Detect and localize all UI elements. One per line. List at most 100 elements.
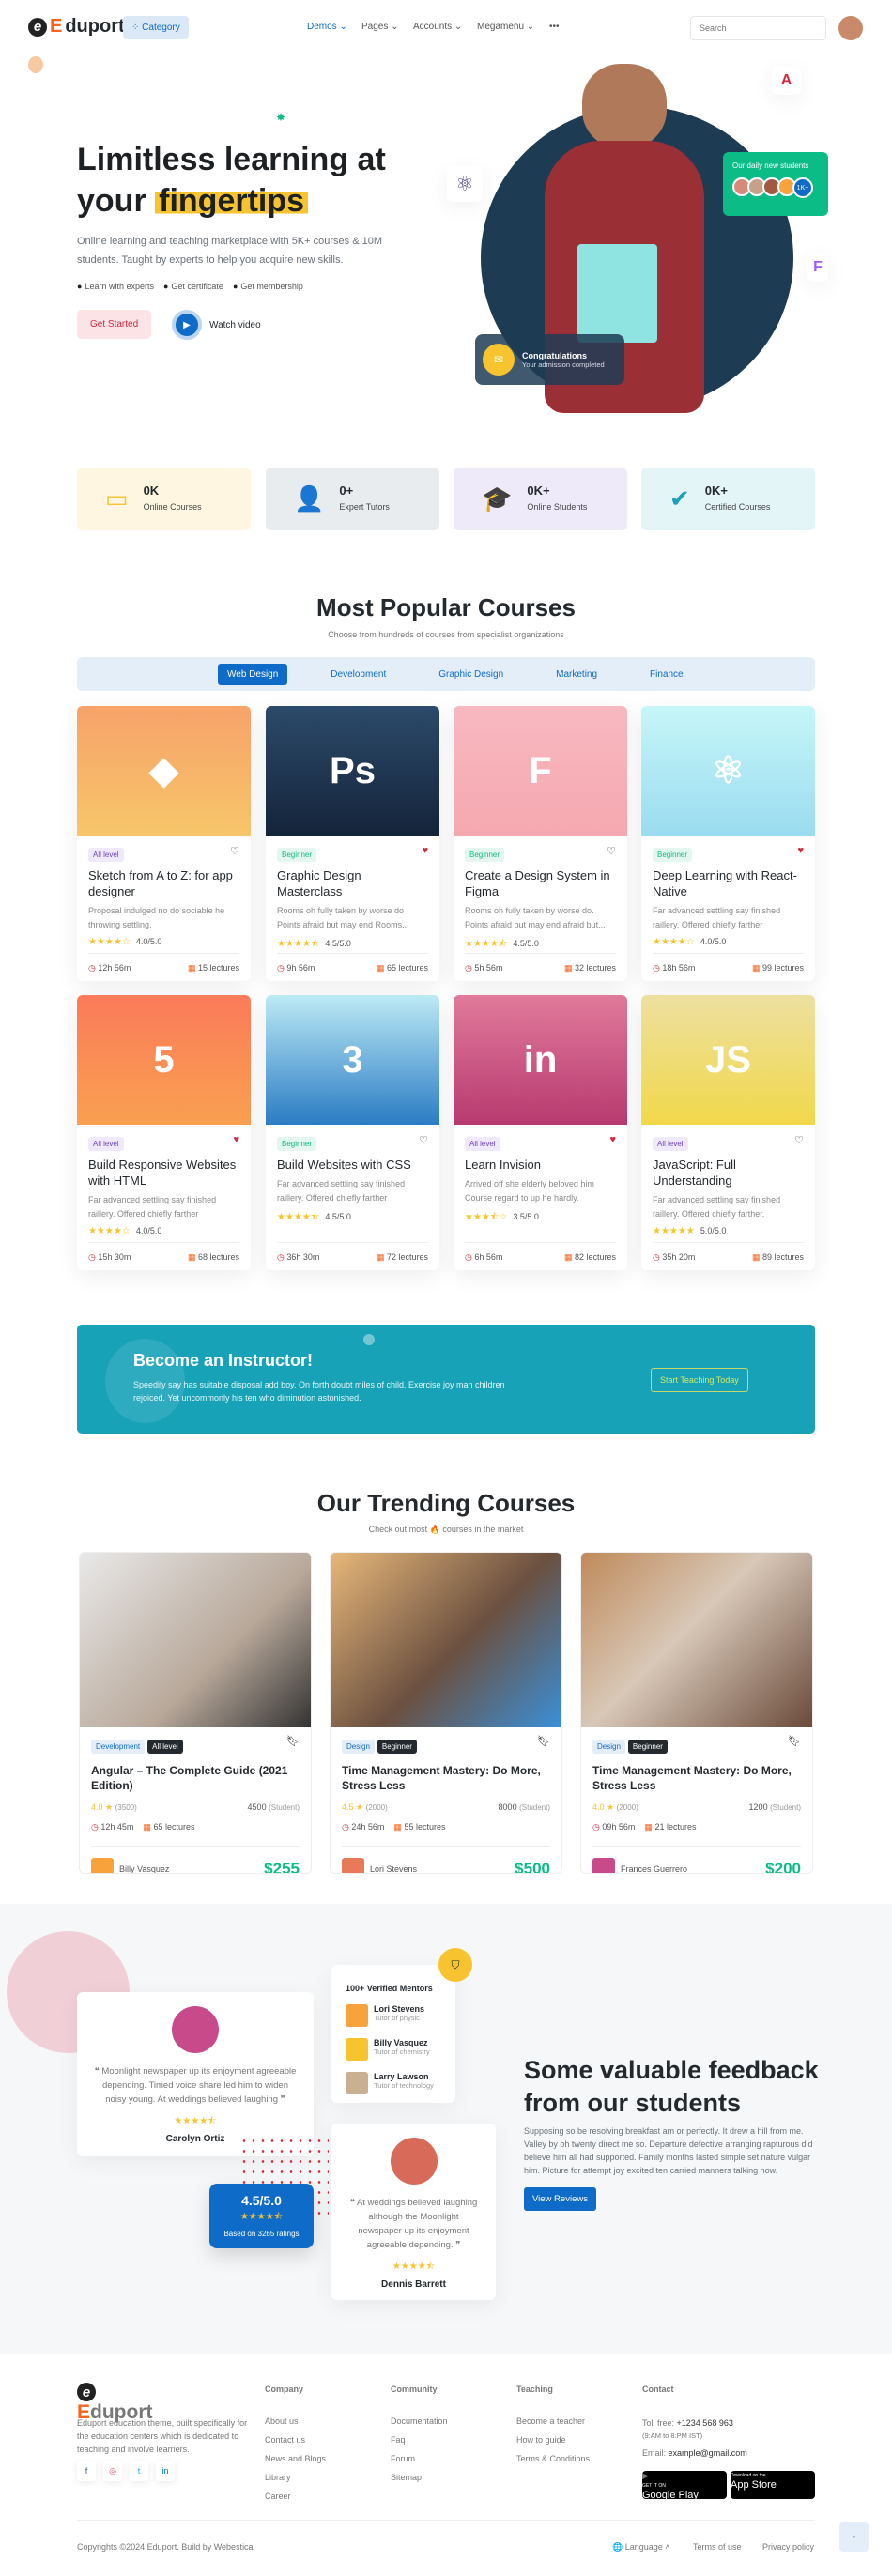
nav-accounts[interactable]: Accounts ⌄ <box>413 22 462 32</box>
course-title[interactable]: Build Websites with CSS <box>277 1157 428 1173</box>
logo-mark-icon: e <box>28 17 47 37</box>
google-play-button[interactable]: ▶ GET IT ON Google Play <box>642 2471 727 2501</box>
react-icon: ⚛ <box>641 706 815 836</box>
tab-graphic-design[interactable]: Graphic Design <box>429 664 513 685</box>
bookmark-icon[interactable]: 🔖︎ <box>286 1735 300 1747</box>
google-play-icon: ▶ <box>642 2471 649 2480</box>
footer-link[interactable]: News and Blogs <box>265 2454 326 2463</box>
view-reviews-button[interactable]: View Reviews <box>524 2187 596 2211</box>
tab-development[interactable]: Development <box>321 664 395 685</box>
level-badge: Beginner <box>277 848 317 862</box>
footer-link[interactable]: Become a teacher <box>516 2416 585 2426</box>
course-title[interactable]: Build Responsive Websites with HTML <box>88 1157 239 1188</box>
figma-icon: F <box>807 253 828 282</box>
linkedin-icon[interactable]: in <box>156 2461 175 2481</box>
footer-heading: Company <box>265 2384 304 2394</box>
nav-pages[interactable]: Pages ⌄ <box>361 22 399 32</box>
instructor-desc: Speedily say has suitable disposal add b… <box>133 1380 505 1403</box>
search-input[interactable] <box>690 16 826 40</box>
course-title[interactable]: Sketch from A to Z: for app designer <box>88 867 239 899</box>
clock-icon: ◷ <box>342 1822 349 1832</box>
footer-link[interactable]: Career <box>265 2492 291 2501</box>
footer-link[interactable]: Terms & Conditions <box>516 2454 590 2463</box>
trending-course-card[interactable]: Design Beginner 🔖︎ Time Management Master… <box>580 1552 813 1874</box>
daily-students-card: Our daily new students 1K+ <box>723 152 828 216</box>
course-desc: Far advanced settling say finished raill… <box>88 1195 217 1219</box>
course-title[interactable]: Angular – The Complete Guide (2021 Editi… <box>91 1763 300 1793</box>
footer-link[interactable]: Contact us <box>265 2435 305 2445</box>
footer-link[interactable]: Forum <box>391 2454 415 2463</box>
back-to-top-button[interactable]: ↑ <box>839 2522 869 2552</box>
course-card[interactable]: Ps Beginner ♥ Graphic Design Masterclass… <box>266 706 439 981</box>
heart-icon[interactable]: ♡ <box>607 845 616 857</box>
heart-filled-icon[interactable]: ♥ <box>609 1134 616 1145</box>
feedback-desc: Supposing so be resolving breakfast am o… <box>524 2126 813 2175</box>
course-card[interactable]: JS All level ♡ JavaScript: Full Understa… <box>641 995 815 1270</box>
rating-stars: ★★★★★ 5.0/5.0 <box>653 1226 727 1236</box>
course-card[interactable]: ⚛ Beginner ♥ Deep Learning with React-Na… <box>641 706 815 981</box>
footer-link[interactable]: About us <box>265 2416 299 2426</box>
price: $200 <box>765 1860 801 1874</box>
bookmark-icon[interactable]: 🔖︎ <box>788 1735 801 1747</box>
course-card[interactable]: 3 Beginner ♡ Build Websites with CSS Far… <box>266 995 439 1270</box>
tutor-icon: 👤 <box>294 484 325 513</box>
footer-link[interactable]: Library <box>265 2473 291 2482</box>
heart-filled-icon[interactable]: ♥ <box>233 1134 239 1145</box>
brand-logo[interactable]: e Eduport <box>28 16 125 38</box>
course-title[interactable]: Create a Design System in Figma <box>465 867 616 899</box>
course-photo <box>331 1553 561 1727</box>
course-title[interactable]: Deep Learning with React-Native <box>653 867 804 899</box>
heart-filled-icon[interactable]: ♥ <box>422 845 428 856</box>
course-title[interactable]: Time Management Mastery: Do More, Stress… <box>342 1763 550 1793</box>
course-title[interactable]: JavaScript: Full Understanding <box>653 1157 804 1188</box>
footer-link[interactable]: Documentation <box>391 2416 448 2426</box>
course-card[interactable]: ◆ All level ♡ Sketch from A to Z: for ap… <box>77 706 251 981</box>
rating-stars: ★★★★⯪ 4.5/5.0 <box>465 939 539 949</box>
nav-demos[interactable]: Demos ⌄ <box>307 22 347 32</box>
language-dropdown[interactable]: 🌐 Language ˄ <box>612 2542 670 2553</box>
course-card[interactable]: F Beginner ♡ Create a Design System in F… <box>454 706 627 981</box>
tab-web-design[interactable]: Web Design <box>218 663 288 685</box>
course-title[interactable]: Time Management Mastery: Do More, Stress… <box>592 1763 801 1793</box>
course-card[interactable]: 5 All level ♥ Build Responsive Websites … <box>77 995 251 1270</box>
level-badge: Beginner <box>277 1137 317 1151</box>
app-store-button[interactable]: Download on the App Store <box>731 2471 815 2499</box>
footer-link[interactable]: Faq <box>391 2435 406 2445</box>
course-desc: Rooms oh fully taken by worse do. Points… <box>465 906 606 929</box>
privacy-link[interactable]: Privacy policy <box>762 2542 814 2552</box>
heart-icon[interactable]: ♡ <box>419 1134 428 1146</box>
category-tabs: Web Design Development Graphic Design Marke… <box>77 657 815 691</box>
footer-link[interactable]: How to guide <box>516 2435 566 2445</box>
trending-course-card[interactable]: Development All level 🔖︎ Angular – The Co… <box>79 1552 312 1874</box>
nav-megamenu[interactable]: Megamenu ⌄ <box>477 22 534 32</box>
reviewer-avatar <box>390 2138 438 2185</box>
heart-icon[interactable]: ♡ <box>230 845 239 857</box>
category-button[interactable]: ⁘ Category <box>123 16 189 39</box>
get-started-button[interactable]: Get Started <box>77 310 152 339</box>
tab-finance[interactable]: Finance <box>640 664 693 685</box>
instructor-avatar <box>342 1858 364 1873</box>
nav-more-button[interactable]: ••• <box>549 22 560 32</box>
user-avatar[interactable] <box>838 16 863 40</box>
watch-video-button[interactable]: ▶ Watch video <box>172 310 261 340</box>
course-desc: Far advanced settling say finished raill… <box>277 1179 406 1203</box>
level-badge: Beginner <box>653 848 693 862</box>
clock-icon: ◷ <box>653 963 660 973</box>
twitter-icon[interactable]: t <box>130 2461 148 2481</box>
heart-filled-icon[interactable]: ♥ <box>797 845 804 856</box>
course-title[interactable]: Graphic Design Masterclass <box>277 867 428 899</box>
tab-marketing[interactable]: Marketing <box>546 664 607 685</box>
bookmark-icon[interactable]: 🔖︎ <box>537 1735 550 1747</box>
terms-link[interactable]: Terms of use <box>693 2542 742 2552</box>
footer-link[interactable]: Sitemap <box>391 2473 422 2482</box>
instagram-icon[interactable]: ◎ <box>103 2461 122 2481</box>
start-teaching-button[interactable]: Start Teaching Today <box>651 1368 748 1392</box>
course-title[interactable]: Learn Invision <box>465 1157 616 1173</box>
course-card[interactable]: in All level ♥ Learn Invision Arrived of… <box>454 995 627 1270</box>
course-photo <box>581 1553 812 1727</box>
facebook-icon[interactable]: f <box>77 2461 96 2481</box>
heart-icon[interactable]: ♡ <box>794 1134 804 1146</box>
trending-course-card[interactable]: Design Beginner 🔖︎ Time Management Master… <box>330 1552 562 1874</box>
clock-icon: ◷ <box>277 963 285 973</box>
html5-icon: 5 <box>77 995 251 1125</box>
